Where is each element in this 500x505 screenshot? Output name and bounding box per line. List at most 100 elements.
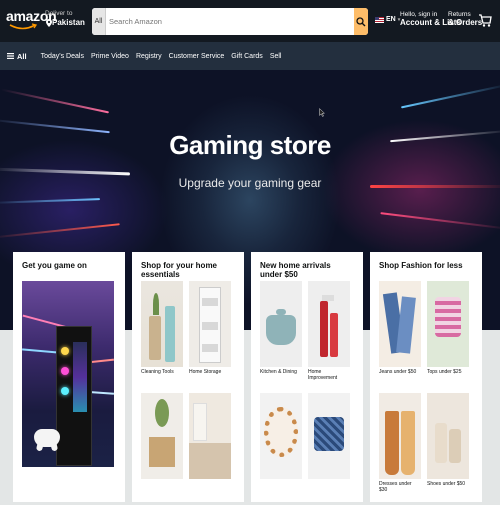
top-nav-bar: amazon Deliver to Pakistan All EN ▾ Hell… [0,0,500,42]
kitchen-dining-image [260,281,302,367]
search-icon [356,16,366,26]
card-title: New home arrivals under $50 [260,261,331,279]
canister-shape [320,301,328,357]
tile-home-4[interactable] [189,393,231,505]
lid-knob [276,309,286,315]
tile-cleaning-tools[interactable]: Cleaning Tools [141,281,183,393]
tile-caption: Cleaning Tools [141,369,174,375]
nav-sell[interactable]: Sell [270,53,282,60]
basket-shape [149,316,161,360]
plant-shape [155,399,169,427]
tile-dresses[interactable]: Dresses under $30 [379,393,421,505]
home-storage-image [189,281,231,367]
tile-jeans[interactable]: Jeans under $50 [379,281,421,393]
tile-caption [260,481,302,505]
account-greeting: Hello, sign in [400,11,438,18]
fan-light [61,387,69,395]
tile-caption: Jeans under $50 [379,369,417,375]
amazon-logo[interactable]: amazon [6,8,57,30]
logo-smile-icon [9,23,38,30]
cart-icon[interactable] [478,12,492,28]
search-input[interactable] [107,8,347,35]
cleaning-tools-image [141,281,183,367]
tile-home-improvement[interactable]: Home Improvement [308,281,350,393]
dutch-oven-shape [266,315,296,345]
home-decor-image [141,393,183,479]
pc-tower [56,326,92,466]
card-title: Shop for your home essentials [141,261,217,279]
mouse-cursor-icon [319,108,325,117]
card-home-essentials[interactable]: Shop for your home essentials Cleaning T… [132,252,244,502]
towel-shape [165,306,175,362]
nav-registry[interactable]: Registry [136,53,162,60]
jeans-shape [396,296,416,354]
tile-caption: Shoes under $50 [427,481,466,487]
all-menu-button[interactable]: All [7,52,27,61]
hamburger-icon [7,53,14,59]
shelf-drawer [202,344,218,352]
canister-shape [330,313,338,357]
tile-tops[interactable]: Tops under $25 [427,281,469,393]
tile-caption: Tops under $25 [427,369,462,375]
tile-grid: Kitchen & Dining Home Improvement [260,281,354,505]
top-shape [435,297,461,337]
card-fashion[interactable]: Shop Fashion for less Jeans under $50 To… [370,252,482,502]
tile-shoes[interactable]: Shoes under $50 [427,393,469,505]
tile-caption: Home Improvement [308,369,338,381]
nav-customer-service[interactable]: Customer Service [169,53,225,60]
tile-caption [141,481,183,505]
jeans-image [379,281,421,367]
hero-streak [0,167,131,176]
secondary-nav-bar: All Today's Deals Prime Video Registry C… [0,42,500,70]
search-category-label: All [94,18,103,25]
tile-home-arrival-3[interactable] [260,393,302,505]
tile-home-storage[interactable]: Home Storage [189,281,231,393]
card-gaming[interactable]: Get you game on [13,252,125,502]
shelf-unit [199,287,221,363]
basket-shape [149,437,175,467]
tile-home-3[interactable] [141,393,183,505]
tile-home-arrival-4[interactable] [308,393,350,505]
hero-streak [380,212,500,230]
dresses-image [379,393,421,479]
shelf-drawer [202,322,218,330]
returns-label: Returns [448,11,471,18]
language-selector[interactable]: EN ▾ [375,16,400,23]
gaming-pc-image[interactable] [22,281,114,467]
canister-cap [322,295,334,301]
dress-shape [385,411,399,475]
search-button[interactable] [354,8,368,35]
pillow-shape [314,417,344,451]
mirror-image [260,393,302,479]
tops-image [427,281,469,367]
controller-grip [35,440,45,452]
location-pin-icon [46,19,52,27]
all-menu-label: All [17,51,27,61]
dress-shape [401,411,415,475]
search-bar: All [92,8,368,35]
tile-grid: Cleaning Tools Home Storage [141,281,235,505]
game-controller [34,429,60,452]
lamp-shape [193,403,207,441]
hero-streak [400,83,500,109]
nav-todays-deals[interactable]: Today's Deals [41,53,84,60]
language-label: EN [386,16,396,23]
hero-subtitle: Upgrade your gaming gear [178,176,322,190]
search-category-dropdown[interactable]: All [92,8,106,35]
card-title: Get you game on [22,261,87,270]
nav-prime-video[interactable]: Prime Video [91,53,129,60]
tile-caption: Kitchen & Dining [260,369,297,375]
hero-streak [0,223,120,239]
shelf-drawer [202,298,218,306]
hero-streak [0,198,101,204]
sunburst-mirror [264,407,298,457]
fan-light [61,347,69,355]
us-flag-icon [375,16,384,23]
card-home-arrivals[interactable]: New home arrivals under $50 Kitchen & Di… [251,252,363,502]
fan-light [61,367,69,375]
blanket-shape [189,443,231,479]
tile-kitchen-dining[interactable]: Kitchen & Dining [260,281,302,393]
nav-gift-cards[interactable]: Gift Cards [231,53,263,60]
tile-caption: Home Storage [189,369,222,375]
hero-streak [0,88,110,114]
